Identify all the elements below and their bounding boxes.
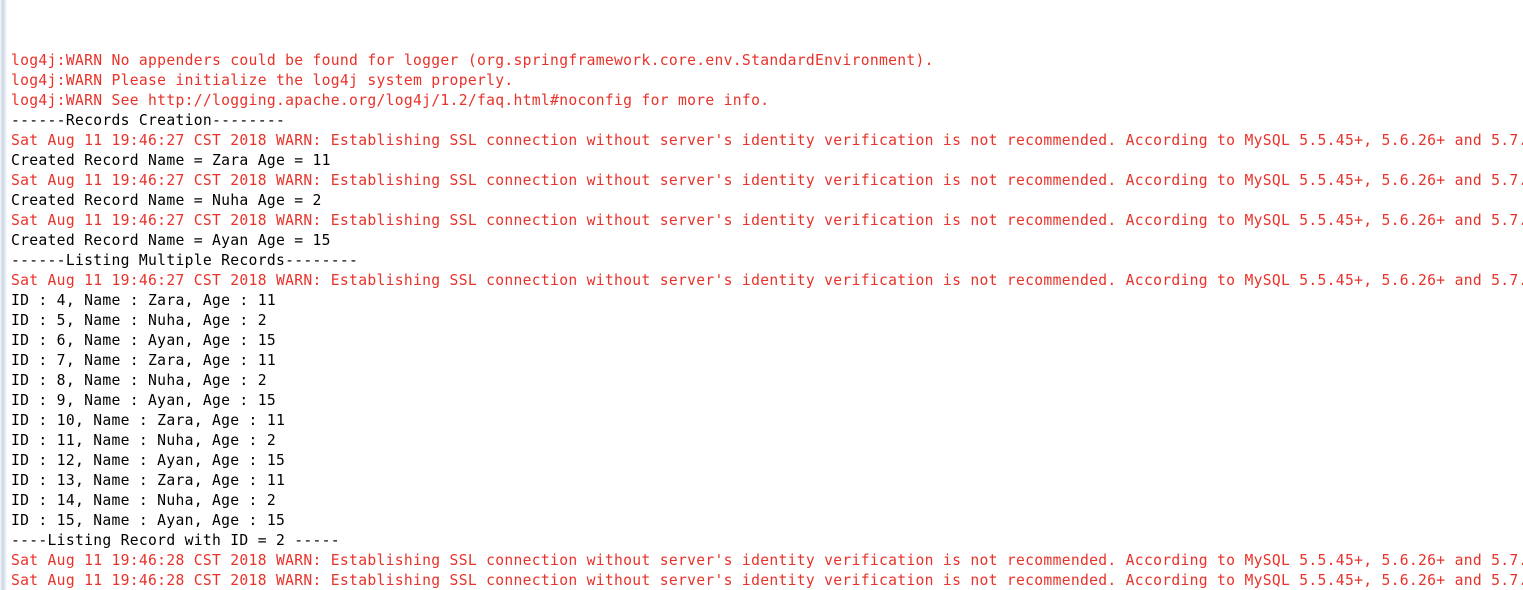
console-line: ------Records Creation--------: [11, 112, 286, 129]
console-line: ID : 13, Name : Zara, Age : 11: [11, 472, 286, 489]
console-line: ----Listing Record with ID = 2 -----: [11, 532, 340, 549]
console-line: log4j:WARN Please initialize the log4j s…: [11, 72, 514, 89]
console-line: Sat Aug 11 19:46:28 CST 2018 WARN: Estab…: [11, 552, 1523, 569]
console-line: ID : 12, Name : Ayan, Age : 15: [11, 452, 286, 469]
console-line: ID : 15, Name : Ayan, Age : 15: [11, 512, 286, 529]
console-line: ID : 4, Name : Zara, Age : 11: [11, 292, 276, 309]
console-line: ID : 10, Name : Zara, Age : 11: [11, 412, 286, 429]
console-line: Sat Aug 11 19:46:27 CST 2018 WARN: Estab…: [11, 272, 1523, 289]
console-line: Created Record Name = Ayan Age = 15: [11, 232, 331, 249]
console-line: ID : 7, Name : Zara, Age : 11: [11, 352, 276, 369]
console-line: Sat Aug 11 19:46:27 CST 2018 WARN: Estab…: [11, 172, 1523, 189]
console-line: ID : 6, Name : Ayan, Age : 15: [11, 332, 276, 349]
console-line: ID : 9, Name : Ayan, Age : 15: [11, 392, 276, 409]
console-line: log4j:WARN See http://logging.apache.org…: [11, 92, 770, 109]
console-line: ID : 8, Name : Nuha, Age : 2: [11, 372, 267, 389]
console-line: Created Record Name = Nuha Age = 2: [11, 192, 322, 209]
console-line: log4j:WARN No appenders could be found f…: [11, 52, 934, 69]
console-output-text[interactable]: log4j:WARN No appenders could be found f…: [0, 0, 1523, 590]
console-line: ID : 11, Name : Nuha, Age : 2: [11, 432, 276, 449]
console-line: Sat Aug 11 19:46:27 CST 2018 WARN: Estab…: [11, 132, 1523, 149]
console-left-gutter: [0, 0, 7, 590]
console-line: Created Record Name = Zara Age = 11: [11, 152, 331, 169]
console-line: Sat Aug 11 19:46:28 CST 2018 WARN: Estab…: [11, 572, 1523, 589]
console-line: ID : 14, Name : Nuha, Age : 2: [11, 492, 276, 509]
console-panel[interactable]: log4j:WARN No appenders could be found f…: [0, 0, 1523, 590]
console-line: Sat Aug 11 19:46:27 CST 2018 WARN: Estab…: [11, 212, 1523, 229]
console-line: ID : 5, Name : Nuha, Age : 2: [11, 312, 267, 329]
console-line: ------Listing Multiple Records--------: [11, 252, 359, 269]
